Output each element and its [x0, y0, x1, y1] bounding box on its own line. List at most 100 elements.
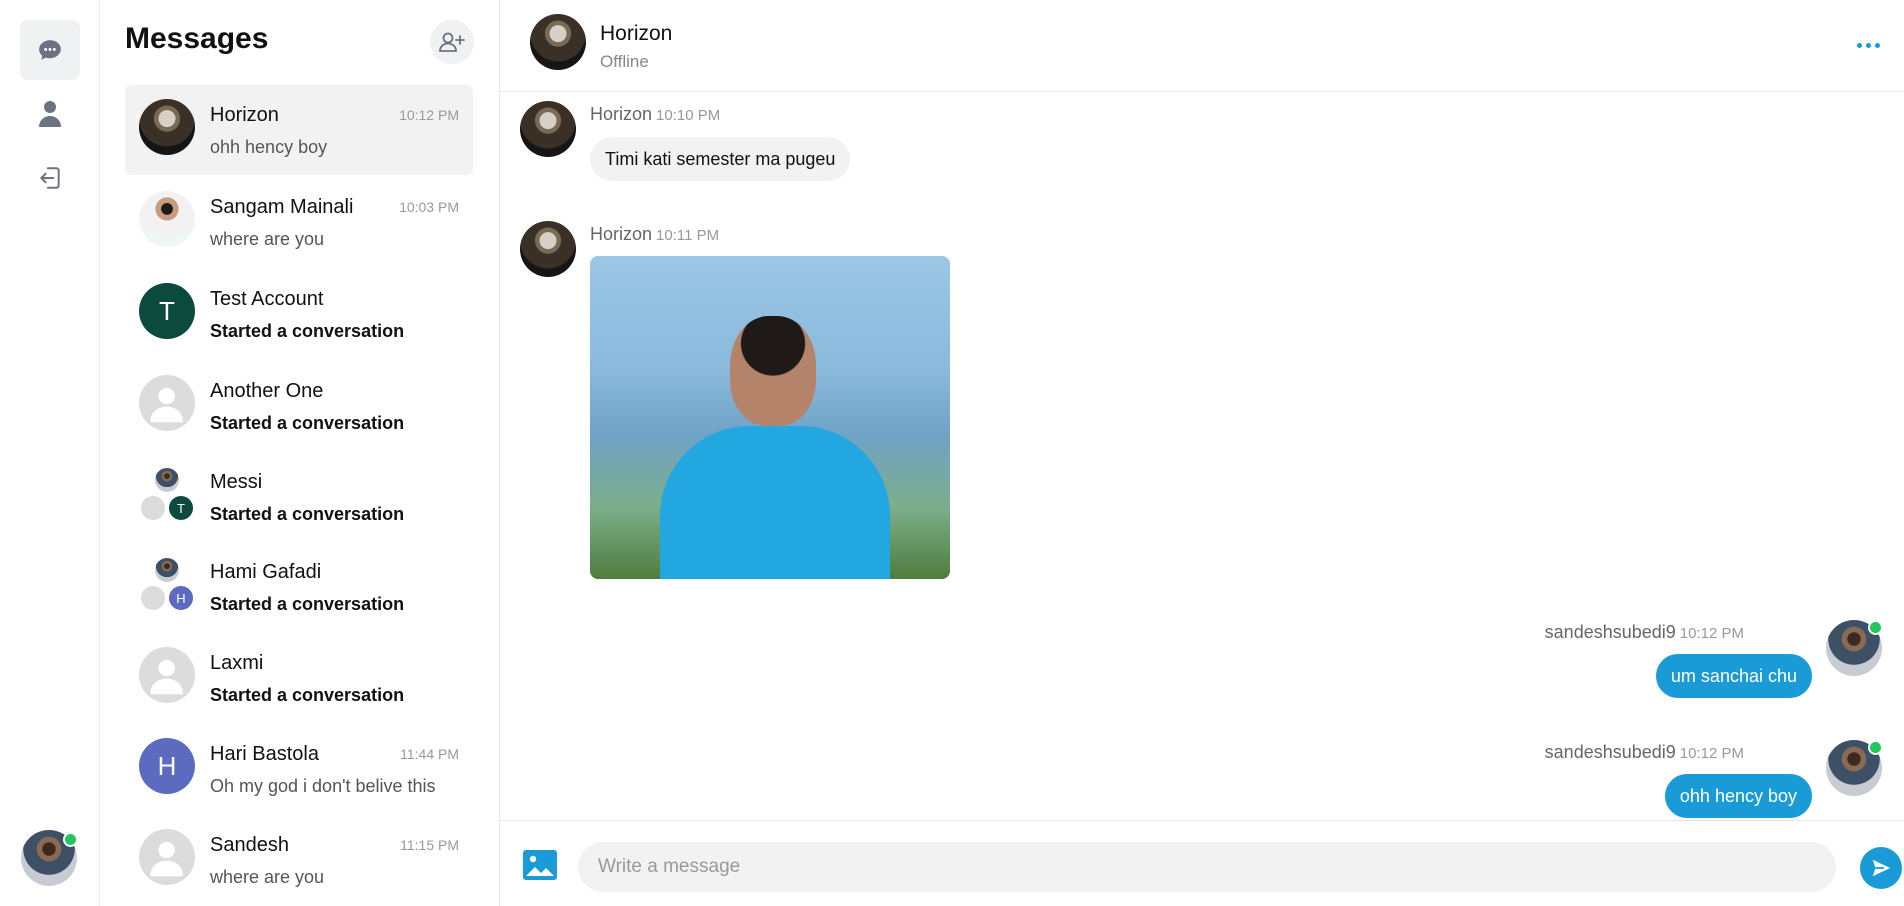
conversation-item-messi[interactable]: T Messi Started a conversation	[125, 452, 473, 542]
default-user-icon	[150, 842, 184, 877]
conversation-preview: where are you	[210, 229, 325, 249]
online-indicator	[1868, 740, 1883, 755]
conversation-time: 11:44 PM	[400, 746, 459, 762]
message-composer	[500, 820, 1904, 906]
contact-status: Offline	[600, 52, 649, 71]
conversation-time: 10:03 PM	[399, 199, 459, 215]
conversation-item-horizon[interactable]: Horizon ohh hency boy 10:12 PM	[125, 85, 473, 175]
more-icon	[1856, 42, 1862, 48]
message-input[interactable]	[578, 842, 1836, 892]
add-user-button[interactable]	[430, 20, 474, 64]
messaging-app: Messages Horizon ohh hency boy 10:12 PM …	[0, 0, 1904, 906]
conversation-name: Messi	[210, 471, 263, 493]
image-icon	[523, 850, 557, 880]
avatar	[139, 99, 195, 155]
user-icon	[39, 101, 61, 127]
attach-image-button[interactable]	[522, 849, 558, 881]
photo-person-body	[660, 426, 890, 579]
conversation-name: Horizon	[210, 104, 279, 126]
logout-nav-button[interactable]	[20, 148, 80, 208]
avatar	[520, 221, 576, 277]
avatar	[153, 466, 181, 494]
avatar	[139, 191, 195, 247]
online-indicator	[63, 832, 78, 847]
conversation-item-sandesh[interactable]: Sandesh where are you 11:15 PM	[125, 815, 473, 905]
message-meta: sandeshsubedi9 10:12 PM	[1545, 622, 1744, 643]
more-options-button[interactable]	[1850, 30, 1886, 60]
online-indicator	[1868, 620, 1883, 635]
logout-icon	[40, 167, 60, 189]
contact-name: Horizon	[600, 22, 673, 45]
send-button[interactable]	[1860, 847, 1902, 889]
message-bubble-outgoing: ohh hency boy	[1664, 774, 1812, 818]
message-avatar[interactable]	[520, 221, 576, 277]
conversation-preview: Started a conversation	[210, 504, 405, 524]
message-image[interactable]	[590, 256, 950, 579]
avatar: T	[167, 494, 195, 522]
message-sender: sandeshsubedi9	[1544, 742, 1676, 762]
default-user-icon	[150, 388, 184, 423]
message-avatar[interactable]	[520, 101, 576, 157]
conversation-preview: where are you	[210, 867, 325, 887]
chats-nav-button[interactable]	[20, 20, 80, 80]
profile-nav-button[interactable]	[20, 84, 80, 144]
message-bubble-incoming: Timi kati semester ma pugeu	[590, 137, 851, 181]
conversation-preview: Started a conversation	[210, 594, 405, 614]
message-avatar[interactable]	[1826, 740, 1883, 796]
conversation-preview: ohh hency boy	[210, 137, 328, 157]
group-avatar: T	[139, 466, 195, 522]
message-meta: sandeshsubedi9 10:12 PM	[1545, 742, 1744, 763]
message-sender: Horizon	[590, 224, 653, 244]
conversation-name: Test Account	[210, 288, 324, 310]
message-bubble-outgoing: um sanchai chu	[1655, 654, 1812, 698]
message-sender: sandeshsubedi9	[1544, 622, 1676, 642]
photo-person-head	[730, 316, 816, 426]
avatar	[139, 375, 195, 431]
message-sender: Horizon	[590, 104, 653, 124]
conversation-item-another-one[interactable]: Another One Started a conversation	[125, 361, 473, 451]
conversation-item-sangam-mainali[interactable]: Sangam Mainali where are you 10:03 PM	[125, 177, 473, 267]
add-user-icon	[439, 32, 465, 52]
conversation-name: Hari Bastola	[210, 743, 319, 765]
conversation-preview: Started a conversation	[210, 685, 405, 705]
conversation-preview: Started a conversation	[210, 413, 405, 433]
avatar	[139, 494, 167, 522]
message-time: 10:10 PM	[656, 107, 721, 124]
message-time: 10:11 PM	[656, 227, 720, 244]
conversation-item-hami-gafadi[interactable]: H Hami Gafadi Started a conversation	[125, 542, 473, 632]
contact-avatar[interactable]	[530, 14, 586, 70]
avatar: H	[139, 738, 195, 794]
message-time: 10:12 PM	[1679, 745, 1744, 762]
avatar	[520, 101, 576, 157]
conversation-preview: Oh my god i don't belive this	[210, 776, 436, 796]
message-meta: Horizon 10:10 PM	[590, 104, 720, 125]
avatar	[139, 829, 195, 885]
conversation-name: Sandesh	[210, 834, 289, 856]
conversation-time: 10:12 PM	[399, 107, 459, 123]
conversation-preview: Started a conversation	[210, 321, 405, 341]
conversation-time: 11:15 PM	[400, 837, 459, 853]
sidebar-title: Messages	[125, 22, 269, 55]
current-user-avatar[interactable]	[21, 830, 78, 886]
nav-rail	[0, 0, 100, 906]
conversation-item-test-account[interactable]: T Test Account Started a conversation	[125, 269, 473, 359]
conversation-name: Hami Gafadi	[210, 561, 322, 583]
conversation-item-laxmi[interactable]: Laxmi Started a conversation	[125, 633, 473, 723]
message-meta: Horizon 10:11 PM	[590, 224, 719, 245]
conversation-sidebar: Messages Horizon ohh hency boy 10:12 PM …	[100, 0, 500, 906]
conversation-name: Another One	[210, 380, 324, 402]
chat-panel: Horizon Offline Horizon 10:10 PM Timi kat…	[500, 0, 1904, 906]
default-user-icon	[150, 660, 184, 695]
conversation-name: Sangam Mainali	[210, 196, 354, 218]
message-time: 10:12 PM	[1679, 625, 1744, 642]
avatar	[139, 647, 195, 703]
conversation-item-hari-bastola[interactable]: H Hari Bastola Oh my god i don't belive …	[125, 724, 473, 814]
avatar: T	[139, 283, 195, 339]
avatar	[139, 584, 167, 612]
chat-icon	[39, 40, 61, 60]
send-icon	[1872, 859, 1891, 877]
group-avatar: H	[139, 556, 195, 612]
avatar: H	[167, 584, 195, 612]
message-avatar[interactable]	[1826, 620, 1883, 676]
chat-header: Horizon Offline	[500, 0, 1904, 92]
